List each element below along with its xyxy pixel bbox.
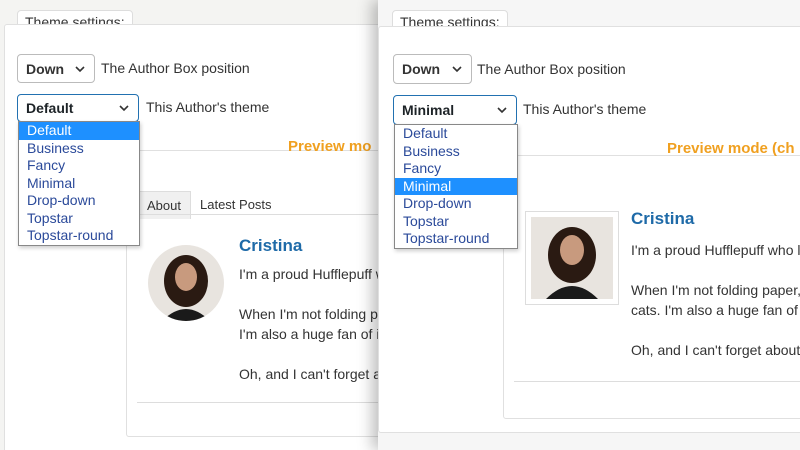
theme-option[interactable]: Topstar [19, 210, 139, 228]
position-select[interactable]: Down [393, 54, 472, 84]
theme-label: This Author's theme [523, 101, 647, 117]
theme-option[interactable]: Minimal [19, 175, 139, 193]
theme-options-list: Default Business Fancy Minimal Drop-down… [394, 124, 518, 249]
author-avatar [148, 245, 224, 321]
bio-line: Oh, and I can't forget about r [631, 342, 800, 358]
theme-options-list: Default Business Fancy Minimal Drop-down… [18, 121, 140, 246]
chevron-down-icon [452, 66, 462, 73]
position-label: The Author Box position [101, 60, 250, 76]
theme-option[interactable]: Topstar [395, 213, 517, 231]
theme-select-value: Minimal [402, 102, 455, 118]
theme-option[interactable]: Business [19, 140, 139, 158]
theme-select-value: Default [26, 100, 74, 116]
box-divider [514, 381, 800, 382]
theme-option[interactable]: Default [19, 122, 139, 140]
theme-option[interactable]: Fancy [19, 157, 139, 175]
bio-line: cats. I'm also a huge fan of i [631, 302, 800, 318]
bio-line [239, 344, 378, 364]
position-label: The Author Box position [477, 61, 626, 77]
chevron-down-icon [119, 105, 129, 112]
preview-mode-label: Preview mo [288, 138, 372, 155]
bio-line [631, 260, 800, 280]
bio-line: When I'm not folding paper, I [631, 282, 800, 298]
theme-option[interactable]: Topstar-round [395, 230, 517, 248]
theme-option[interactable]: Topstar-round [19, 227, 139, 245]
author-avatar [525, 211, 619, 305]
preview-mode-label: Preview mode (ch [667, 140, 795, 157]
settings-panel-right: Theme settings: Down The Author Box posi… [378, 0, 800, 450]
theme-option[interactable]: Minimal [395, 177, 517, 195]
avatar-photo-icon [148, 245, 224, 321]
settings-panel-left: Theme settings: Down The Author Box posi… [0, 0, 378, 450]
chevron-down-icon [497, 107, 507, 114]
avatar-photo-icon [531, 217, 613, 299]
author-bio: I'm a proud Hufflepuff w When I'm not fo… [239, 264, 378, 384]
position-select[interactable]: Down [17, 54, 95, 83]
theme-select[interactable]: Default [17, 94, 139, 122]
bio-line: Oh, and I can't forget a [239, 366, 378, 382]
tab-divider [137, 214, 378, 215]
bio-line: I'm a proud Hufflepuff who lo [631, 242, 800, 258]
theme-option[interactable]: Business [395, 143, 517, 161]
position-select-value: Down [402, 61, 441, 77]
box-divider [137, 402, 378, 403]
theme-option[interactable]: Default [395, 125, 517, 143]
bio-line: When I'm not folding pa [239, 306, 378, 322]
chevron-down-icon [75, 65, 85, 72]
theme-option[interactable]: Drop-down [19, 192, 139, 210]
theme-option[interactable]: Fancy [395, 160, 517, 178]
position-select-value: Down [26, 60, 65, 77]
theme-select[interactable]: Minimal [393, 95, 517, 125]
bio-line: I'm a proud Hufflepuff w [239, 266, 378, 282]
bio-line [239, 284, 378, 304]
author-name[interactable]: Cristina [631, 209, 694, 229]
theme-label: This Author's theme [146, 99, 270, 115]
theme-option[interactable]: Drop-down [395, 195, 517, 213]
bio-line [631, 320, 800, 340]
bio-line: I'm also a huge fan of i [239, 326, 378, 342]
author-bio: I'm a proud Hufflepuff who lo When I'm n… [631, 240, 800, 360]
author-name[interactable]: Cristina [239, 236, 302, 256]
